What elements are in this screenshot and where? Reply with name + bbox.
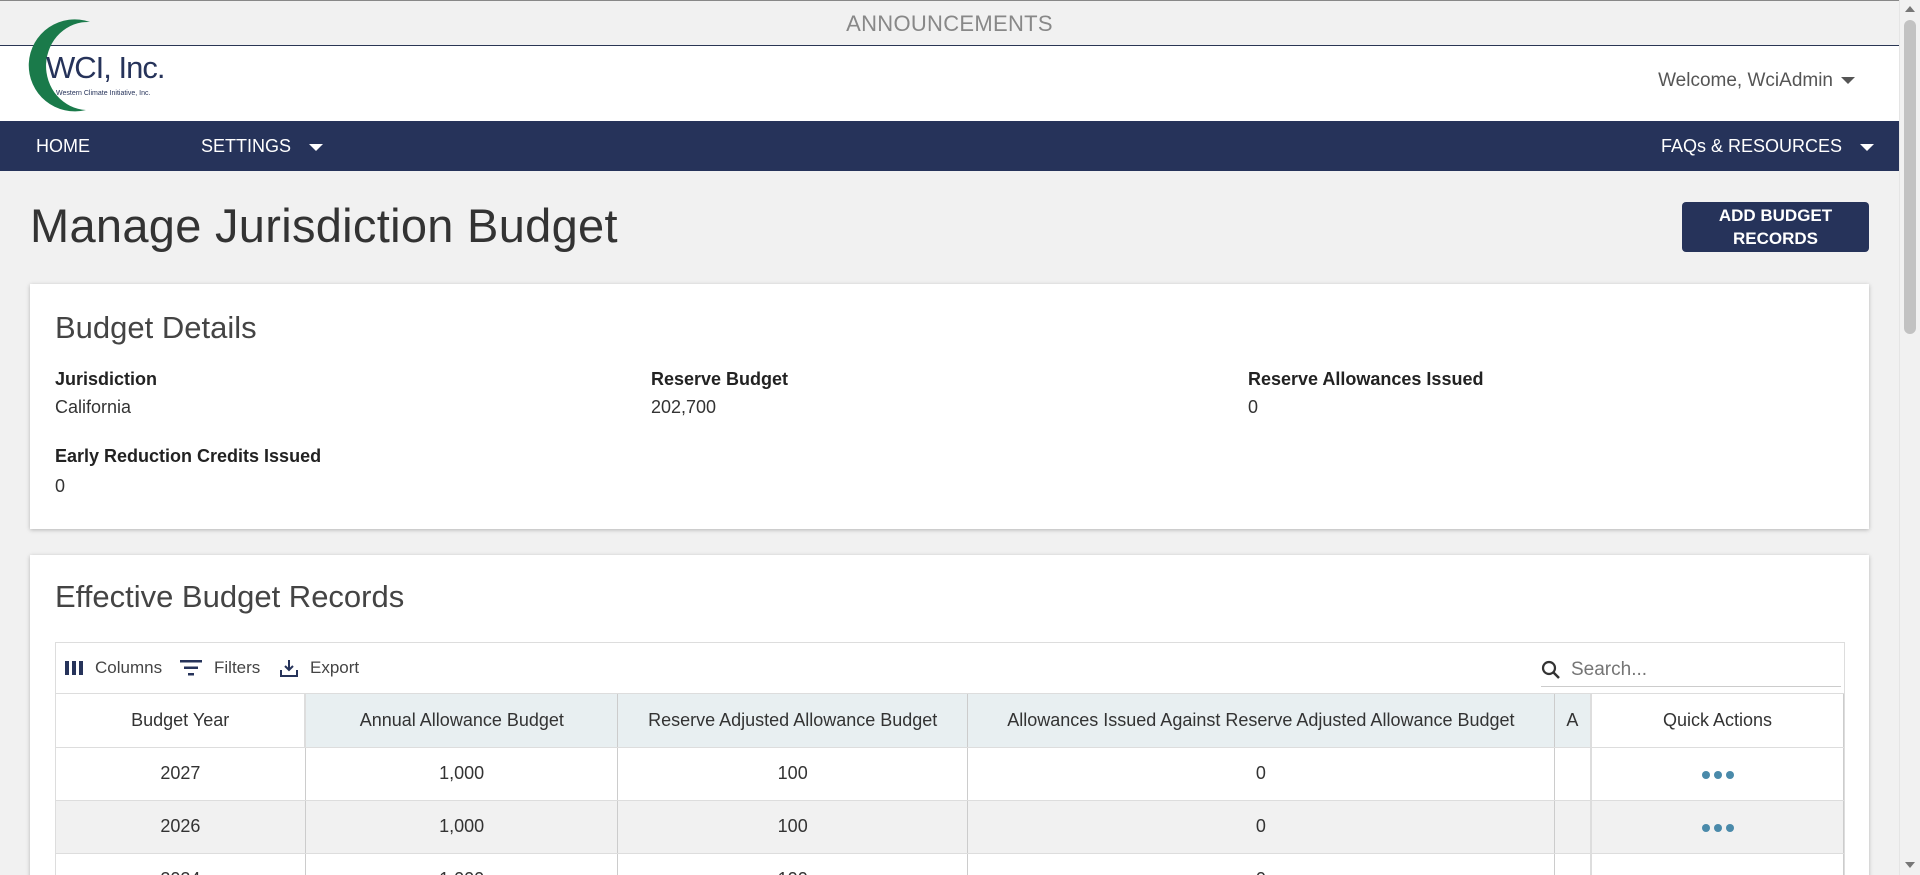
col-reserve-adjusted-allowance-budget[interactable]: Reserve Adjusted Allowance Budget xyxy=(617,694,969,748)
filters-button[interactable]: Filters xyxy=(180,656,260,680)
grid-toolbar: Columns Filters Export xyxy=(56,643,1844,694)
jurisdiction-value: California xyxy=(55,397,132,417)
cell-truncated xyxy=(1554,800,1592,854)
table-row: 2024 1,000 100 0 xyxy=(56,853,1844,875)
cell-annual-allowance: 1,000 xyxy=(305,800,619,854)
main-nav: HOME SETTINGS FAQs & RESOURCES xyxy=(0,121,1899,171)
more-actions-icon[interactable] xyxy=(1701,824,1734,832)
header: WCI, Inc. Western Climate Initiative, In… xyxy=(0,19,1899,121)
col-budget-year[interactable]: Budget Year xyxy=(56,694,307,748)
page-scrollbar[interactable] xyxy=(1899,0,1920,875)
add-budget-records-button[interactable]: ADD BUDGET RECORDS xyxy=(1682,202,1869,252)
cell-truncated xyxy=(1554,747,1592,801)
columns-button[interactable]: Columns xyxy=(65,656,162,680)
cell-quick-actions xyxy=(1590,853,1844,875)
cell-annual-allowance: 1,000 xyxy=(305,853,619,875)
effective-budget-records-card: Effective Budget Records Columns Filters… xyxy=(30,555,1869,875)
reserve-allowances-issued-value: 0 xyxy=(1248,397,1259,417)
cell-reserve-adjusted: 100 xyxy=(617,747,969,801)
nav-faqs-resources[interactable]: FAQs & RESOURCES xyxy=(1661,121,1875,171)
early-reduction-credits-label: Early Reduction Credits Issued xyxy=(55,446,322,466)
filter-icon xyxy=(180,660,202,676)
export-button[interactable]: Export xyxy=(280,656,359,680)
cell-truncated xyxy=(1554,853,1592,875)
wci-logo[interactable]: WCI, Inc. Western Climate Initiative, In… xyxy=(28,16,178,116)
chevron-down-icon xyxy=(309,143,324,151)
export-label: Export xyxy=(310,658,360,677)
chevron-down-icon xyxy=(1841,77,1855,85)
download-icon xyxy=(280,660,298,677)
table-header-row: Budget Year Annual Allowance Budget Rese… xyxy=(56,694,1844,748)
reserve-budget-value: 202,700 xyxy=(651,397,717,417)
col-quick-actions: Quick Actions xyxy=(1590,694,1844,748)
cell-annual-allowance: 1,000 xyxy=(305,747,619,801)
effective-budget-records-title: Effective Budget Records xyxy=(55,579,405,614)
filters-label: Filters xyxy=(214,658,261,677)
cell-allowances-issued: 0 xyxy=(967,800,1555,854)
page-title: Manage Jurisdiction Budget xyxy=(30,199,618,252)
reserve-allowances-issued-label: Reserve Allowances Issued xyxy=(1248,369,1484,389)
col-allowances-issued-against-reserve[interactable]: Allowances Issued Against Reserve Adjust… xyxy=(967,694,1555,748)
reserve-budget-label: Reserve Budget xyxy=(651,369,789,389)
col-annual-allowance-budget[interactable]: Annual Allowance Budget xyxy=(305,694,619,748)
col-truncated[interactable]: A xyxy=(1554,694,1592,748)
scroll-up-arrow-icon[interactable] xyxy=(1905,6,1915,12)
cell-allowances-issued: 0 xyxy=(967,853,1555,875)
welcome-text: Welcome, WciAdmin xyxy=(1658,70,1833,91)
scroll-thumb[interactable] xyxy=(1904,20,1916,334)
nav-settings[interactable]: SETTINGS xyxy=(201,121,324,171)
logo-text: WCI, Inc. xyxy=(46,50,164,85)
early-reduction-credits-value: 0 xyxy=(55,476,66,496)
cell-budget-year: 2026 xyxy=(56,800,306,854)
budget-records-table: Budget Year Annual Allowance Budget Rese… xyxy=(56,694,1844,875)
cell-budget-year: 2024 xyxy=(56,853,306,875)
announcements-bar[interactable]: ANNOUNCEMENTS xyxy=(0,0,1899,46)
cell-budget-year: 2027 xyxy=(56,747,306,801)
budget-details-card: Budget Details Jurisdiction California R… xyxy=(30,284,1869,529)
nav-faqs-label: FAQs & RESOURCES xyxy=(1661,136,1843,156)
table-row: 2027 1,000 100 0 xyxy=(56,747,1844,801)
scroll-down-arrow-icon[interactable] xyxy=(1905,862,1915,868)
nav-settings-label: SETTINGS xyxy=(201,136,292,156)
user-menu[interactable]: Welcome, WciAdmin xyxy=(1658,70,1855,92)
budget-details-title: Budget Details xyxy=(55,310,257,345)
search-icon xyxy=(1541,660,1560,679)
columns-label: Columns xyxy=(95,658,163,677)
columns-icon xyxy=(65,661,83,675)
cell-reserve-adjusted: 100 xyxy=(617,800,969,854)
search-input[interactable] xyxy=(1571,658,1831,681)
cell-quick-actions xyxy=(1590,800,1844,854)
nav-home-label: HOME xyxy=(36,136,90,156)
more-actions-icon[interactable] xyxy=(1701,771,1734,779)
cell-reserve-adjusted: 100 xyxy=(617,853,969,875)
records-grid: Columns Filters Export Budget Year Annua… xyxy=(55,642,1845,875)
jurisdiction-label: Jurisdiction xyxy=(55,369,158,389)
search-box[interactable] xyxy=(1541,653,1841,687)
logo-subtext: Western Climate Initiative, Inc. xyxy=(56,90,150,97)
nav-home[interactable]: HOME xyxy=(36,121,90,171)
cell-allowances-issued: 0 xyxy=(967,747,1555,801)
chevron-down-icon xyxy=(1860,143,1875,151)
table-row: 2026 1,000 100 0 xyxy=(56,800,1844,854)
cell-quick-actions xyxy=(1590,747,1844,801)
